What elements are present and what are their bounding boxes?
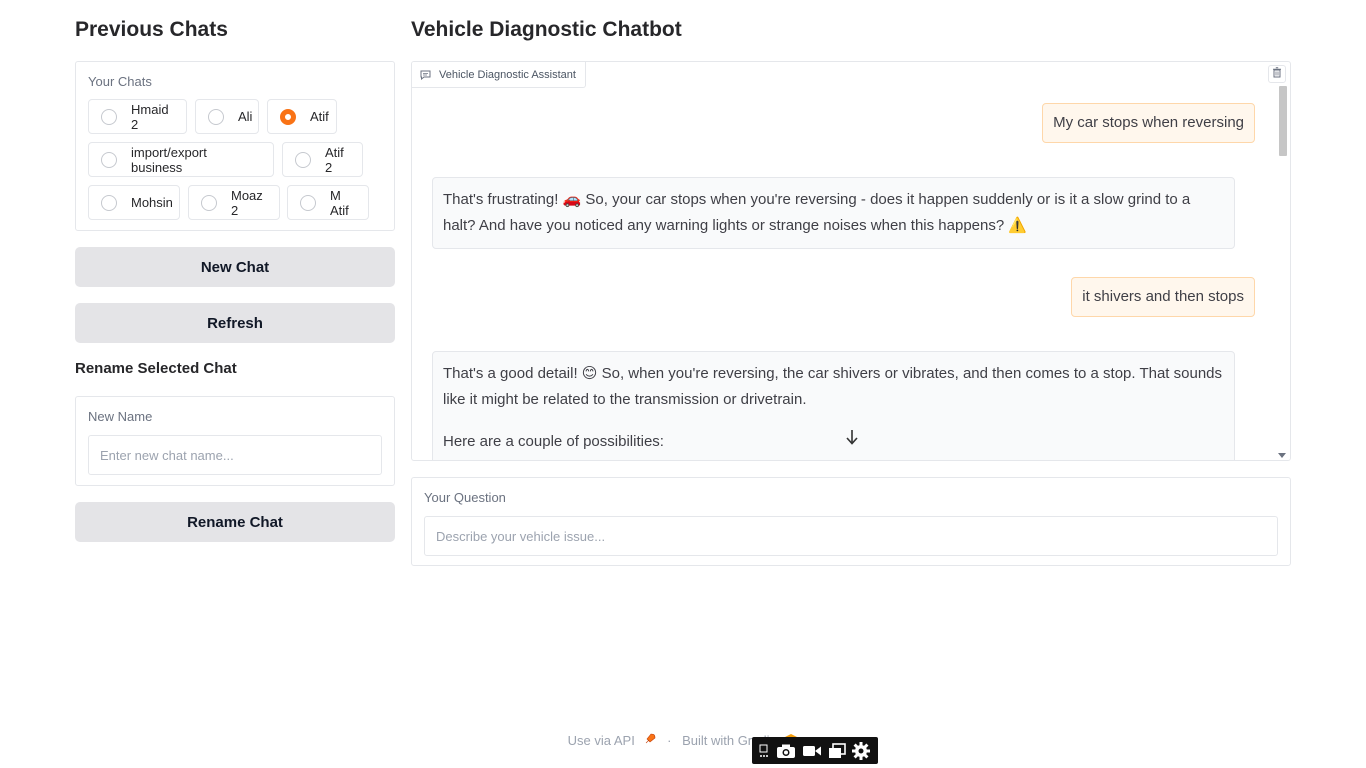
user-message: My car stops when reversing [1042, 103, 1255, 143]
arrow-down-icon [845, 429, 859, 450]
windows-icon[interactable] [828, 742, 846, 759]
chat-option-m-atif[interactable]: M Atif [287, 185, 369, 220]
chatbot-label: Vehicle Diagnostic Assistant [439, 68, 576, 81]
user-message: it shivers and then stops [1071, 277, 1255, 317]
message-line: That's frustrating! 🚗 So, your car stops… [443, 191, 1191, 208]
gear-icon[interactable] [851, 741, 871, 761]
footer: Use via API · Built with Gradio [0, 732, 1366, 748]
pointer-icon[interactable] [759, 744, 771, 758]
chats-radio-group: Your Chats Hmaid 2 Ali Atif import/expor… [75, 61, 395, 231]
chat-option-hmaid-2[interactable]: Hmaid 2 [88, 99, 187, 134]
radio-dot [101, 194, 117, 211]
chat-option-label: Mohsin [131, 195, 173, 210]
chatbot-panel: Vehicle Diagnostic Assistant My car stop… [411, 61, 1291, 461]
chat-option-moaz-2[interactable]: Moaz 2 [188, 185, 280, 220]
rename-chat-button[interactable]: Rename Chat [75, 502, 395, 542]
new-name-input[interactable] [88, 435, 382, 475]
screen-capture-toolbar [752, 737, 878, 764]
page-title: Vehicle Diagnostic Chatbot [411, 18, 682, 41]
radio-dot-selected [280, 108, 296, 125]
chat-option-label: Atif [310, 109, 329, 124]
rocket-icon [644, 733, 660, 748]
chat-option-import-export-business[interactable]: import/export business [88, 142, 274, 177]
radio-dot [300, 194, 316, 211]
chats-label: Your Chats [88, 74, 152, 89]
new-name-block: New Name [75, 396, 395, 486]
scroll-down-icon[interactable] [1277, 447, 1287, 458]
trash-icon [1272, 65, 1282, 83]
radio-dot [208, 108, 224, 125]
chat-option-atif-2[interactable]: Atif 2 [282, 142, 363, 177]
question-label: Your Question [424, 490, 506, 505]
chat-option-atif[interactable]: Atif [267, 99, 337, 134]
message-text: it shivers and then stops [1082, 288, 1244, 305]
new-chat-button[interactable]: New Chat [75, 247, 395, 287]
chat-option-mohsin[interactable]: Mohsin [88, 185, 180, 220]
use-via-api-link[interactable]: Use via API [568, 733, 635, 748]
sidebar-title: Previous Chats [75, 18, 228, 41]
chat-option-label: Atif 2 [325, 144, 344, 175]
chat-option-label: Moaz 2 [231, 187, 263, 218]
chat-option-label: Hmaid 2 [131, 101, 169, 132]
chat-option-ali[interactable]: Ali [195, 99, 259, 134]
camera-icon[interactable] [776, 743, 796, 759]
bot-message: That's frustrating! 🚗 So, your car stops… [432, 177, 1235, 249]
rename-heading: Rename Selected Chat [75, 360, 237, 377]
chat-option-label: M Atif [330, 187, 349, 218]
radio-dot [201, 194, 217, 211]
bot-message: That's a good detail! 😊 So, when you're … [432, 351, 1235, 460]
scroll-to-bottom-button[interactable] [842, 429, 862, 449]
refresh-button[interactable]: Refresh [75, 303, 395, 343]
radio-dot [295, 151, 311, 168]
chat-bubble-icon [420, 70, 431, 80]
question-input[interactable] [424, 516, 1278, 556]
footer-separator: · [667, 733, 672, 749]
video-camera-icon[interactable] [802, 744, 822, 758]
clear-chat-button[interactable] [1268, 65, 1286, 83]
radio-dot [101, 108, 117, 125]
chatbot-label-tag: Vehicle Diagnostic Assistant [412, 62, 586, 88]
new-name-label: New Name [88, 409, 153, 424]
radio-dot [101, 151, 117, 168]
message-text: My car stops when reversing [1053, 114, 1244, 131]
chat-option-label: import/export business [131, 144, 207, 175]
message-line: like it might be related to the transmis… [443, 391, 807, 408]
scrollbar-thumb[interactable] [1279, 86, 1287, 156]
question-block: Your Question [411, 477, 1291, 566]
chat-option-label: Ali [238, 109, 253, 124]
message-line: halt? And have you noticed any warning l… [443, 217, 1028, 234]
message-line: That's a good detail! 😊 So, when you're … [443, 365, 1223, 382]
message-line: Here are a couple of possibilities: [443, 433, 664, 450]
